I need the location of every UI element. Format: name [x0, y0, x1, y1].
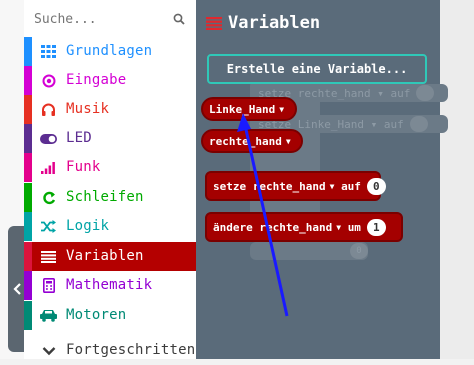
- annotation-arrow: [237, 113, 289, 317]
